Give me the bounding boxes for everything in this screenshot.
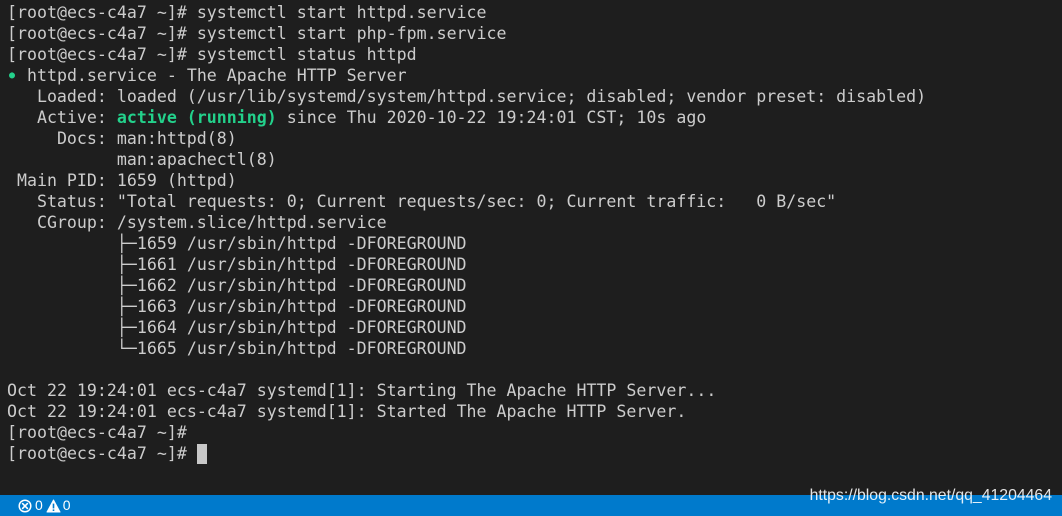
cgroup-line: CGroup: /system.slice/httpd.service — [7, 212, 1047, 233]
cgroup-process-line: ├─1659 /usr/sbin/httpd -DFOREGROUND — [7, 233, 1047, 254]
warning-triangle-icon — [46, 499, 61, 513]
cgroup-process-line: ├─1661 /usr/sbin/httpd -DFOREGROUND — [7, 254, 1047, 275]
loaded-line: Loaded: loaded (/usr/lib/systemd/system/h… — [7, 86, 1047, 107]
active-state: active (running) — [116, 108, 277, 127]
cgroup-label: CGroup: — [36, 213, 107, 232]
cgroup-process: ├─1659 /usr/sbin/httpd -DFOREGROUND — [116, 234, 467, 253]
unit-header-line: ● httpd.service - The Apache HTTP Server — [7, 65, 1047, 86]
terminal-cursor — [196, 443, 207, 464]
docs-value: man:apachectl(8) — [116, 150, 277, 169]
main-pid-line: Main PID: 1659 (httpd) — [7, 170, 1047, 191]
shell-prompt: [root@ecs-c4a7 ~]# — [7, 45, 187, 64]
watermark-text: https://blog.csdn.net/qq_41204464 — [809, 487, 1052, 504]
shell-command: systemctl start php-fpm.service — [196, 24, 507, 43]
status-label: Status: — [36, 192, 107, 211]
journal-line: Oct 22 19:24:01 ecs-c4a7 systemd[1]: Sta… — [7, 380, 1047, 401]
journal-entry: Oct 22 19:24:01 ecs-c4a7 systemd[1]: Sta… — [7, 402, 687, 421]
loaded-value: loaded (/usr/lib/systemd/system/httpd.se… — [116, 87, 927, 106]
docs-line-continued: man:apachectl(8) — [7, 149, 1047, 170]
shell-prompt: [root@ecs-c4a7 ~]# — [7, 423, 187, 442]
error-circle-icon — [18, 498, 32, 513]
active-line: Active: active (running) since Thu 2020-10… — [7, 107, 1047, 128]
journal-entry: Oct 22 19:24:01 ecs-c4a7 systemd[1]: Sta… — [7, 381, 717, 400]
cgroup-process-line: ├─1663 /usr/sbin/httpd -DFOREGROUND — [7, 296, 1047, 317]
terminal-line-command: [root@ecs-c4a7 ~]# systemctl start httpd.… — [7, 2, 1047, 23]
shell-prompt: [root@ecs-c4a7 ~]# — [7, 3, 187, 22]
active-label: Active: — [36, 108, 107, 127]
cgroup-process: ├─1664 /usr/sbin/httpd -DFOREGROUND — [116, 318, 467, 337]
terminal-line-prompt: [root@ecs-c4a7 ~]# — [7, 422, 1047, 443]
cgroup-process: ├─1663 /usr/sbin/httpd -DFOREGROUND — [116, 297, 467, 316]
problems-indicator[interactable]: 0 0 — [18, 495, 74, 516]
shell-prompt: [root@ecs-c4a7 ~]# — [7, 24, 187, 43]
cgroup-process: ├─1661 /usr/sbin/httpd -DFOREGROUND — [116, 255, 467, 274]
main-pid-value: 1659 (httpd) — [116, 171, 237, 190]
journal-line: Oct 22 19:24:01 ecs-c4a7 systemd[1]: Sta… — [7, 401, 1047, 422]
cgroup-process-line: ├─1662 /usr/sbin/httpd -DFOREGROUND — [7, 275, 1047, 296]
cgroup-process-line: ├─1664 /usr/sbin/httpd -DFOREGROUND — [7, 317, 1047, 338]
terminal-line-active-prompt[interactable]: [root@ecs-c4a7 ~]# — [7, 443, 1047, 464]
status-line: Status: "Total requests: 0; Current reque… — [7, 191, 1047, 212]
cgroup-value: /system.slice/httpd.service — [116, 213, 387, 232]
cgroup-process-line: └─1665 /usr/sbin/httpd -DFOREGROUND — [7, 338, 1047, 359]
status-value: "Total requests: 0; Current requests/sec… — [116, 192, 837, 211]
unit-description: httpd.service - The Apache HTTP Server — [26, 66, 407, 85]
active-since: since Thu 2020-10-22 19:24:01 CST; 10s a… — [286, 108, 707, 127]
cgroup-process: ├─1662 /usr/sbin/httpd -DFOREGROUND — [116, 276, 467, 295]
terminal-line-command: [root@ecs-c4a7 ~]# systemctl status httpd — [7, 44, 1047, 65]
docs-line: Docs: man:httpd(8) — [7, 128, 1047, 149]
terminal-panel[interactable]: [root@ecs-c4a7 ~]# systemctl start httpd.… — [7, 2, 1047, 490]
warning-count: 0 — [62, 497, 71, 513]
terminal-line-command: [root@ecs-c4a7 ~]# systemctl start php-fp… — [7, 23, 1047, 44]
docs-label: Docs: — [56, 129, 107, 148]
cgroup-process: └─1665 /usr/sbin/httpd -DFOREGROUND — [116, 339, 467, 358]
shell-prompt: [root@ecs-c4a7 ~]# — [7, 444, 187, 463]
error-count: 0 — [35, 497, 43, 513]
docs-value: man:httpd(8) — [116, 129, 237, 148]
shell-command: systemctl status httpd — [196, 45, 417, 64]
loaded-label: Loaded: — [36, 87, 107, 106]
main-pid-label: Main PID: — [16, 171, 107, 190]
shell-command: systemctl start httpd.service — [196, 3, 487, 22]
status-dot-icon: ● — [8, 70, 16, 81]
